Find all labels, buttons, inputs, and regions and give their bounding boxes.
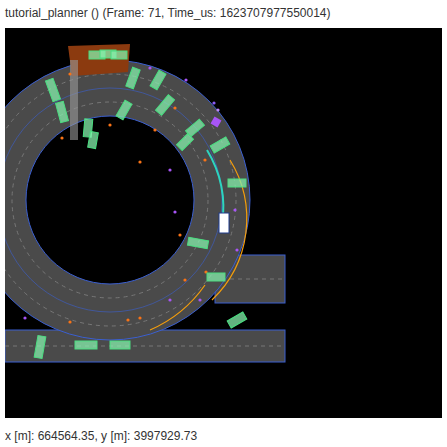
title-bar: tutorial_planner () (Frame: 71, Time_us:… <box>0 0 447 28</box>
agent-dot <box>138 316 141 319</box>
vehicle <box>207 273 225 281</box>
vehicle <box>156 95 175 115</box>
vehicle <box>177 134 194 151</box>
agent-dot <box>216 108 219 111</box>
agent-dot <box>108 123 111 126</box>
agent-dot <box>235 248 238 251</box>
agent-dot <box>173 106 176 109</box>
planner-viewer: tutorial_planner () (Frame: 71, Time_us:… <box>0 0 447 447</box>
agent-dot <box>184 78 187 81</box>
vehicle <box>110 341 130 349</box>
vehicle <box>45 78 60 101</box>
agent-dot <box>168 168 171 171</box>
vehicle <box>210 137 230 153</box>
vehicle <box>116 100 132 120</box>
vehicle <box>75 341 97 349</box>
vehicle <box>88 131 99 148</box>
map-canvas[interactable] <box>5 28 442 418</box>
agent-dot <box>198 298 201 301</box>
agent-dot <box>168 298 171 301</box>
pedestrian-group <box>211 117 222 128</box>
vehicle <box>56 101 69 122</box>
agent-dot <box>212 101 215 104</box>
agent-dot <box>23 316 26 319</box>
vehicle <box>34 335 46 358</box>
agent-dot <box>126 318 129 321</box>
ego-vehicle <box>219 213 229 233</box>
roundabout-map[interactable] <box>5 28 442 418</box>
status-bar: x [m]: 664564.35, y [m]: 3997929.73 <box>0 418 447 444</box>
agent-dot <box>153 128 156 131</box>
agent-dot <box>60 136 63 139</box>
agent-dot <box>203 158 206 161</box>
vehicle <box>126 67 140 89</box>
vehicle <box>227 312 247 328</box>
agent-dot <box>178 233 181 236</box>
agent-dot <box>148 66 151 69</box>
agent-dot <box>183 278 186 281</box>
vehicle <box>150 70 166 90</box>
agent-dot <box>68 320 71 323</box>
vehicle <box>187 237 208 248</box>
agent-dot <box>173 210 176 213</box>
agent-dot <box>233 208 236 211</box>
agent-dot <box>68 72 71 75</box>
agent-dot <box>138 160 141 163</box>
vehicle <box>228 179 246 187</box>
vehicle <box>111 51 127 59</box>
